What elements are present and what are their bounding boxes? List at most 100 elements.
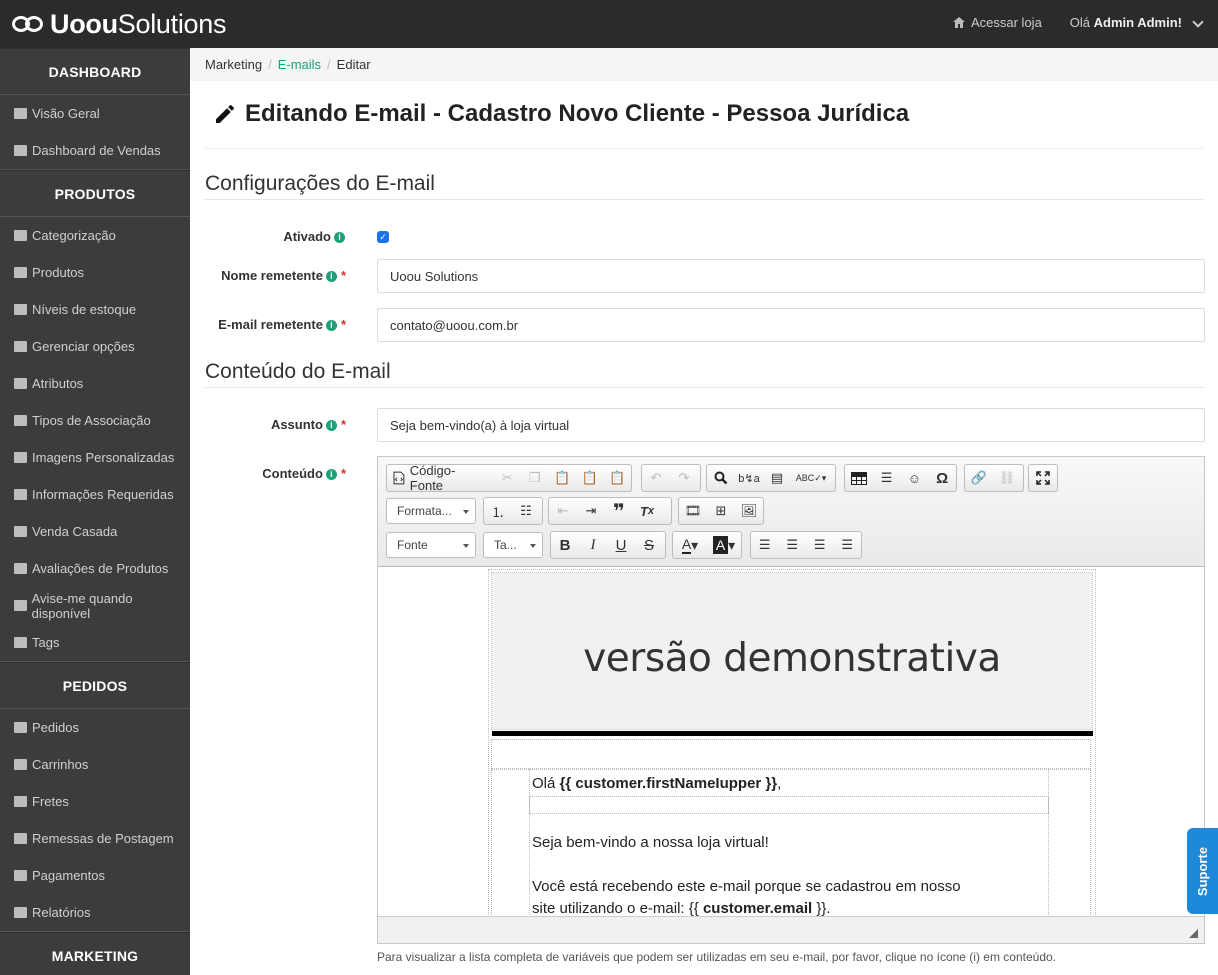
cut-icon[interactable]: ✂ [493,465,521,491]
resize-handle-icon[interactable] [1189,929,1198,938]
align-center-icon[interactable]: ☰ [779,532,807,558]
info-icon[interactable]: i [325,469,337,480]
align-left-icon[interactable]: ☰ [751,532,779,558]
ativado-checkbox[interactable]: ✓ [377,231,389,243]
truck-icon [14,796,27,807]
info-icon[interactable]: i [325,420,337,431]
sidebar-item[interactable]: Pedidos [0,709,190,746]
sidebar-item[interactable]: Dashboard de Vendas [0,132,190,169]
special-char-icon[interactable]: Ω [928,465,956,491]
table-icon[interactable] [845,465,873,491]
copy-icon[interactable]: ❐ [521,465,549,491]
outdent-icon[interactable]: ⇤ [549,498,577,524]
sidebar-item[interactable]: Avise-me quando disponível [0,587,190,624]
folder-icon [14,230,27,241]
sidebar-item[interactable]: Gerenciar opções [0,328,190,365]
info-icon[interactable]: i [325,320,337,331]
nome-remetente-input[interactable] [377,259,1205,293]
blockquote-icon[interactable]: ❞ [605,498,633,524]
template-icon[interactable]: ⊞ [707,498,735,524]
email-template: versão demonstrativa Olá {{ customer.fir… [488,569,1096,916]
sidebar-item[interactable]: Tipos de Associação [0,402,190,439]
sidebar-item[interactable]: Avaliações de Produtos [0,550,190,587]
breadcrumb-emails[interactable]: E-mails [278,57,321,72]
bar-chart-icon [14,907,27,918]
cubes-icon [14,304,27,315]
spellcheck-icon[interactable]: ABC✓▾ [791,465,831,491]
email-remetente-input[interactable] [377,308,1205,342]
sidebar-item-label: Venda Casada [32,524,118,539]
source-button[interactable]: Código-Fonte [387,463,493,493]
help-text: Para visualizar a lista completa de vari… [377,950,1057,964]
sidebar-item[interactable]: Categorização [0,217,190,254]
sidebar-item-label: Pagamentos [32,868,105,883]
info-icon[interactable]: i [325,271,337,282]
italic-icon[interactable]: I [579,532,607,558]
sidebar-item-label: Atributos [32,376,84,391]
bulleted-list-icon[interactable]: ☷ [512,498,540,524]
breadcrumb-marketing[interactable]: Marketing [205,57,262,72]
sidebar-item[interactable]: Atributos [0,365,190,402]
bold-icon[interactable]: B [551,532,579,558]
link-icon[interactable]: 🔗 [965,465,993,491]
undo-icon[interactable]: ↶ [642,465,670,491]
smiley-icon[interactable]: ☺ [901,465,929,491]
redo-icon[interactable]: ↷ [670,465,698,491]
user-name: Admin Admin! [1093,14,1182,30]
image-icon [14,452,27,463]
select-all-icon[interactable]: ▤ [763,465,791,491]
support-tab[interactable]: Suporte [1187,828,1218,914]
sidebar-item-label: Dashboard de Vendas [32,143,161,158]
image-icon[interactable]: 🖼 [735,498,763,524]
replace-icon[interactable]: b↯a [735,465,763,491]
find-icon[interactable] [707,465,735,491]
remove-format-icon[interactable]: Tx [633,498,661,524]
font-dropdown[interactable]: Fonte [386,532,476,558]
store-link[interactable]: Acessar loja [952,15,1042,30]
sidebar-item[interactable]: Carrinhos [0,746,190,783]
sidebar-item[interactable]: Tags [0,624,190,661]
size-dropdown[interactable]: Ta... [483,532,543,558]
underline-icon[interactable]: U [607,532,635,558]
maximize-icon[interactable] [1029,465,1057,491]
unlink-icon[interactable]: ⛓ [993,465,1021,491]
section-divider [205,199,1204,200]
rich-text-editor[interactable]: Código-Fonte ✂ ❐ 📋 📋 📋 ↶ ↷ b↯a ▤ ABC✓▾ ☰… [377,456,1205,944]
text-color-icon[interactable]: A ▾ [673,532,707,558]
sidebar-section-produtos: PRODUTOS [0,170,190,217]
sidebar-item[interactable]: Remessas de Postagem [0,820,190,857]
sidebar-item-label: Gerenciar opções [32,339,135,354]
sidebar-item[interactable]: Visão Geral [0,95,190,132]
sidebar-item[interactable]: Imagens Personalizadas [0,439,190,476]
indent-icon[interactable]: ⇥ [577,498,605,524]
sidebar-item[interactable]: Venda Casada [0,513,190,550]
editor-status-bar [378,916,1204,943]
assunto-input[interactable] [377,408,1205,442]
dashboard-icon [14,108,27,119]
sidebar-item[interactable]: Fretes [0,783,190,820]
sidebar-item[interactable]: Níveis de estoque [0,291,190,328]
paste-icon[interactable]: 📋 [548,465,576,491]
editor-content[interactable]: versão demonstrativa Olá {{ customer.fir… [378,567,1204,916]
paste-text-icon[interactable]: 📋 [576,465,604,491]
video-icon[interactable]: 🎞 [679,498,707,524]
sidebar-item[interactable]: Pagamentos [0,857,190,894]
align-justify-icon[interactable]: ☰ [834,532,862,558]
sidebar-item[interactable]: Informações Requeridas [0,476,190,513]
bg-color-icon[interactable]: A ▾ [707,532,741,558]
info-icon[interactable]: i [334,232,345,243]
sidebar: DASHBOARD Visão Geral Dashboard de Vendas P… [0,48,190,975]
align-right-icon[interactable]: ☰ [806,532,834,558]
user-menu[interactable]: Olá Admin Admin! [1070,15,1182,30]
numbered-list-icon[interactable]: ⒈ [484,498,512,524]
sidebar-item-label: Categorização [32,228,116,243]
paste-word-icon[interactable]: 📋 [603,465,631,491]
format-dropdown[interactable]: Formata... [386,498,476,524]
strikethrough-icon[interactable]: S [635,532,663,558]
sidebar-item[interactable]: Relatórios [0,894,190,931]
horizontal-line-icon[interactable]: ☰ [873,465,901,491]
list-icon [14,267,27,278]
email-welcome: Seja bem-vindo a nossa loja virtual! [532,834,769,851]
logo[interactable]: UoouSolutions [12,8,226,40]
sidebar-item[interactable]: Produtos [0,254,190,291]
